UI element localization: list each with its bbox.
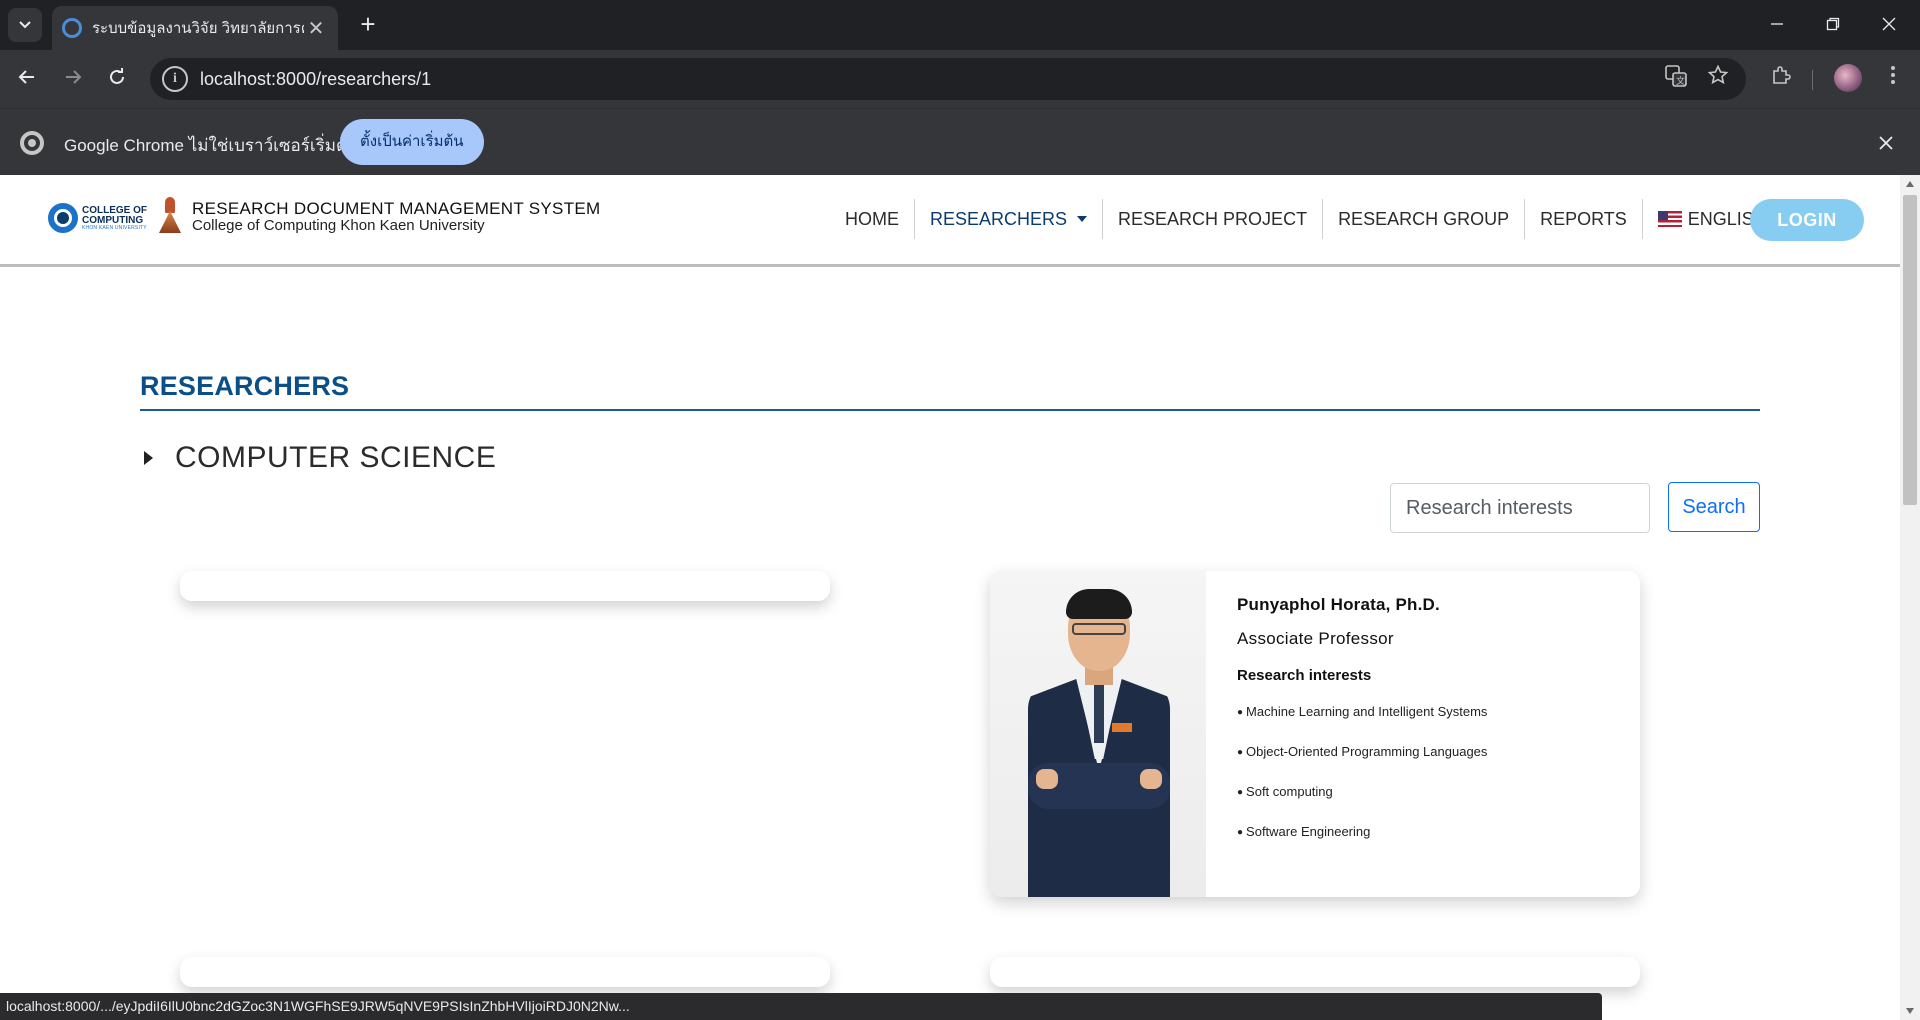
nav-home[interactable]: HOME (830, 199, 915, 239)
tab-title: ระบบข้อมูลงานวิจัย วิทยาลัยการคอมพิวเตอร… (92, 20, 304, 37)
category-label: COMPUTER SCIENCE (175, 441, 497, 474)
nav-researchers[interactable]: RESEARCHERS (915, 199, 1104, 239)
researcher-card-empty[interactable] (180, 571, 830, 601)
infobar-close-icon[interactable] (1872, 129, 1900, 157)
login-button[interactable]: LOGIN (1750, 199, 1864, 241)
minimize-window-button[interactable] (1754, 8, 1800, 42)
arrow-left-icon (18, 70, 34, 84)
site-header: COLLEGE OF COMPUTING KHON KAEN UNIVERSIT… (0, 175, 1900, 267)
default-browser-infobar: Google Chrome ไม่ใช่เบราว์เซอร์เริ่มต้น … (0, 108, 1920, 175)
url-text[interactable]: localhost:8000/researchers/1 (200, 69, 431, 90)
logo-line-1: COLLEGE OF (82, 204, 147, 216)
more-menu-icon[interactable] (1876, 62, 1910, 96)
us-flag-icon (1657, 211, 1682, 227)
profile-avatar[interactable] (1834, 64, 1862, 92)
tab-close-icon[interactable]: ✕ (304, 16, 328, 41)
site-info-icon[interactable]: i (162, 66, 188, 92)
link-status-bubble: localhost:8000/.../eyJpdiI6IlU0bnc2dGZoc… (0, 993, 1602, 1020)
researcher-card-empty[interactable] (180, 957, 830, 987)
nav-reports[interactable]: REPORTS (1525, 199, 1643, 239)
logo-line-2: COMPUTING (82, 214, 144, 226)
title-divider (140, 409, 1760, 411)
chrome-logo-icon (20, 131, 44, 155)
nav-home-label: HOME (845, 209, 899, 229)
category-toggle[interactable]: COMPUTER SCIENCE (144, 441, 496, 475)
site-subtitle: College of Computing Khon Kaen Universit… (192, 217, 485, 235)
new-tab-button[interactable]: + (352, 9, 384, 41)
restore-icon (1826, 17, 1840, 31)
logo-line-3: KHON KAEN UNIVERSITY (82, 224, 147, 231)
nav-research-group[interactable]: RESEARCH GROUP (1323, 199, 1526, 239)
nav-research-group-label: RESEARCH GROUP (1338, 209, 1510, 229)
browser-toolbar: i localhost:8000/researchers/1 文 (0, 50, 1920, 108)
researcher-card-empty[interactable] (990, 957, 1640, 987)
research-interests-label: Research interests (1237, 667, 1372, 684)
page-viewport: COLLEGE OF COMPUTING KHON KAEN UNIVERSIT… (0, 175, 1900, 1020)
site-title: RESEARCH DOCUMENT MANAGEMENT SYSTEM (192, 199, 601, 218)
dropdown-caret-icon (1077, 216, 1088, 222)
list-item: Soft computing (1237, 772, 1487, 812)
scroll-up-arrow-icon[interactable] (1906, 181, 1914, 187)
minimize-icon (1771, 23, 1783, 25)
list-item: Machine Learning and Intelligent Systems (1237, 692, 1487, 732)
university-emblem-icon (158, 197, 182, 235)
caret-right-icon (144, 451, 153, 465)
infobar-message: Google Chrome ไม่ใช่เบราว์เซอร์เริ่มต้น (64, 136, 359, 155)
college-logo[interactable]: COLLEGE OF COMPUTING KHON KAEN UNIVERSIT… (48, 203, 147, 233)
nav-research-project-label: RESEARCH PROJECT (1118, 209, 1308, 229)
toolbar-divider (1812, 70, 1813, 90)
nav-reports-label: REPORTS (1540, 209, 1627, 229)
site-brand[interactable]: RESEARCH DOCUMENT MANAGEMENT SYSTEM Coll… (192, 199, 601, 235)
tab-search-button[interactable] (8, 8, 42, 42)
chevron-down-icon (19, 21, 31, 29)
close-window-button[interactable] (1866, 8, 1912, 42)
reload-button[interactable] (100, 62, 134, 96)
site-favicon-icon (62, 18, 82, 38)
address-bar[interactable]: i localhost:8000/researchers/1 文 (150, 58, 1746, 100)
research-interests-list: Machine Learning and Intelligent Systems… (1237, 692, 1487, 852)
forward-button[interactable] (56, 62, 90, 96)
scroll-down-arrow-icon[interactable] (1906, 1008, 1914, 1014)
restore-window-button[interactable] (1810, 8, 1856, 42)
list-item: Object-Oriented Programming Languages (1237, 732, 1487, 772)
translate-icon[interactable]: 文 (1662, 65, 1690, 93)
list-item: Software Engineering (1237, 812, 1487, 852)
close-icon (1882, 17, 1896, 31)
main-navigation: HOME RESEARCHERS RESEARCH PROJECT RESEAR… (830, 199, 1802, 239)
college-logo-text: COLLEGE OF COMPUTING KHON KAEN UNIVERSIT… (82, 204, 147, 231)
scrollbar-thumb[interactable] (1903, 195, 1917, 505)
reload-icon (110, 68, 124, 84)
nav-researchers-label: RESEARCHERS (930, 209, 1068, 229)
research-interests-search-input[interactable] (1390, 483, 1650, 533)
page-scrollbar[interactable] (1900, 175, 1920, 1020)
set-default-button[interactable]: ตั้งเป็นค่าเริ่มต้น (340, 119, 484, 165)
browser-tab-active[interactable]: ระบบข้อมูลงานวิจัย วิทยาลัยการคอมพิวเตอร… (52, 6, 338, 50)
browser-tab-strip: ระบบข้อมูลงานวิจัย วิทยาลัยการคอมพิวเตอร… (0, 0, 1920, 50)
svg-text:文: 文 (1676, 75, 1685, 87)
page-title: RESEARCHERS (140, 371, 350, 401)
search-button[interactable]: Search (1668, 482, 1760, 532)
researcher-photo (990, 571, 1206, 897)
researcher-position: Associate Professor (1237, 629, 1394, 648)
bookmark-star-icon[interactable] (1704, 64, 1732, 93)
researcher-details: Punyaphol Horata, Ph.D. Associate Profes… (1237, 595, 1487, 852)
back-button[interactable] (10, 62, 44, 96)
researcher-name: Punyaphol Horata, Ph.D. (1237, 595, 1440, 614)
arrow-right-icon (66, 70, 82, 84)
nav-research-project[interactable]: RESEARCH PROJECT (1103, 199, 1324, 239)
extensions-icon[interactable] (1764, 62, 1798, 96)
college-logo-mark (48, 203, 78, 233)
researcher-card[interactable]: Punyaphol Horata, Ph.D. Associate Profes… (990, 571, 1640, 897)
